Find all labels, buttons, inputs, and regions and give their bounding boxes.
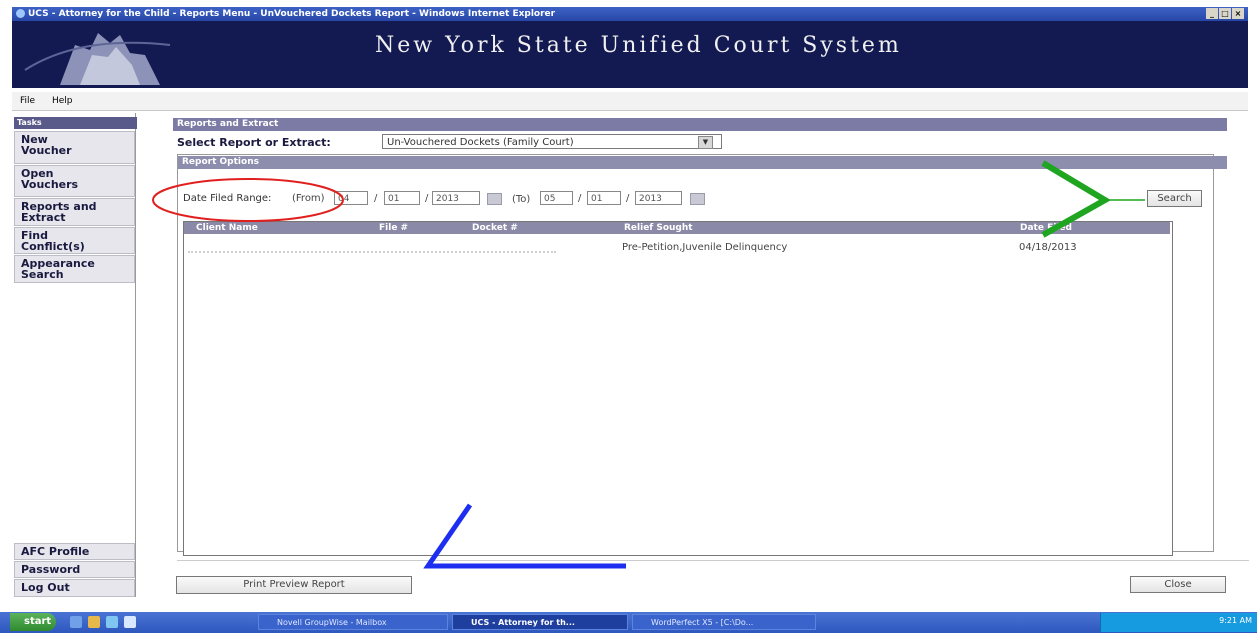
annotation-overlay bbox=[152, 160, 1145, 569]
quicklaunch-icon[interactable] bbox=[70, 616, 82, 628]
green-chevron-annotation bbox=[1041, 160, 1111, 238]
windows-taskbar bbox=[0, 612, 1257, 633]
quicklaunch-icon[interactable] bbox=[106, 616, 118, 628]
taskbar-item-wordperfect[interactable]: WordPerfect X5 - [C:\Do... bbox=[632, 614, 816, 630]
start-button[interactable]: start bbox=[10, 613, 56, 631]
quicklaunch-icon[interactable] bbox=[88, 616, 100, 628]
quicklaunch-icon[interactable] bbox=[124, 616, 136, 628]
taskbar-item-groupwise[interactable]: Novell GroupWise - Mailbox bbox=[258, 614, 448, 630]
system-tray: 9:21 AM bbox=[1100, 613, 1257, 632]
blue-angle-annotation bbox=[423, 503, 626, 569]
taskbar-item-ucs[interactable]: UCS - Attorney for th... bbox=[452, 614, 628, 630]
red-circle-annotation bbox=[152, 178, 344, 222]
clock: 9:21 AM bbox=[1219, 616, 1252, 625]
